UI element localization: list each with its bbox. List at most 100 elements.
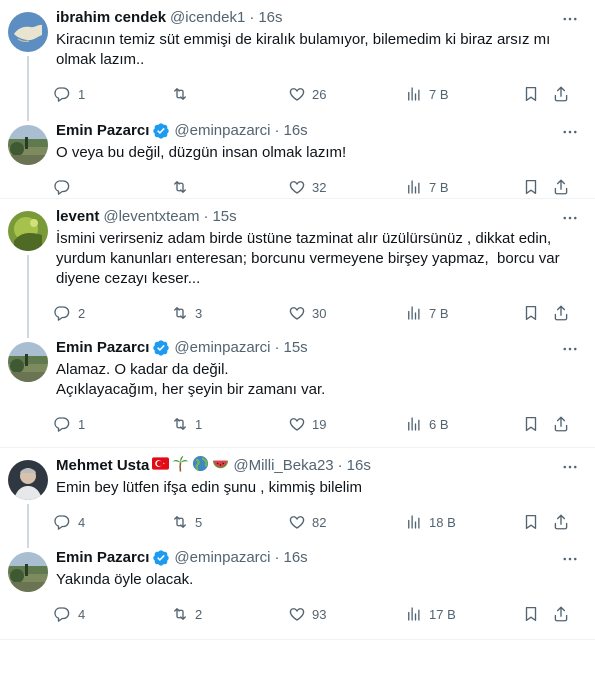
display-name[interactable]: Emin Pazarcı xyxy=(56,338,149,358)
tweet-text: Emin bey lütfen ifşa edin şunu , kimmiş … xyxy=(56,479,362,496)
timestamp[interactable]: 16s xyxy=(347,456,371,476)
thread-line xyxy=(27,504,29,540)
views-button[interactable]: 17 B xyxy=(405,605,522,623)
views-count: 7 B xyxy=(429,305,449,321)
share-button[interactable] xyxy=(552,304,572,322)
reply-button[interactable] xyxy=(54,178,171,196)
reply-count: 1 xyxy=(78,86,86,102)
like-button[interactable]: 82 xyxy=(288,513,405,531)
more-options-icon[interactable] xyxy=(561,550,579,568)
tweet[interactable]: Emin Pazarcı @eminpazarci · 16s O veya bu de… xyxy=(0,113,595,199)
thread-line xyxy=(27,56,29,113)
user-handle[interactable]: @leventxteam xyxy=(103,207,199,227)
avatar[interactable] xyxy=(8,552,48,592)
more-options-icon[interactable] xyxy=(561,340,579,358)
avatar[interactable] xyxy=(8,342,48,382)
bookmark-button[interactable] xyxy=(522,178,552,196)
action-bar: 1 26 7 B xyxy=(54,78,579,110)
retweet-icon xyxy=(174,608,186,620)
action-bar: 4 5 82 18 B xyxy=(54,506,579,538)
tweet-text: İsmini verirseniz adam birde üstüne tazm… xyxy=(56,230,564,287)
share-button[interactable] xyxy=(552,85,572,103)
user-handle[interactable]: @eminpazarci xyxy=(174,121,270,141)
retweet-icon xyxy=(174,418,186,430)
more-options-icon[interactable] xyxy=(561,458,579,476)
display-name[interactable]: Emin Pazarcı xyxy=(56,121,149,141)
reply-button[interactable]: 4 xyxy=(54,513,171,531)
display-name[interactable]: levent xyxy=(56,207,99,227)
display-name[interactable]: Emin Pazarcı xyxy=(56,548,149,568)
timestamp[interactable]: 16s xyxy=(283,548,307,568)
reply-count: 2 xyxy=(78,305,86,321)
views-button[interactable]: 7 B xyxy=(405,178,522,196)
heart-icon xyxy=(289,181,305,194)
separator-dot: · xyxy=(274,122,280,139)
timestamp[interactable]: 16s xyxy=(258,8,282,28)
bookmark-button[interactable] xyxy=(522,415,552,433)
avatar[interactable] xyxy=(8,125,48,165)
retweet-button[interactable] xyxy=(171,85,288,103)
thread-line xyxy=(27,330,29,338)
timestamp[interactable]: 15s xyxy=(283,338,307,358)
watermelon-emoji-icon xyxy=(209,455,229,478)
more-options-icon[interactable] xyxy=(561,123,579,141)
bookmark-button[interactable] xyxy=(522,513,552,531)
reply-count: 4 xyxy=(78,514,86,530)
avatar[interactable] xyxy=(8,211,48,251)
retweet-button[interactable]: 3 xyxy=(171,304,288,322)
user-handle[interactable]: @Milli_Beka23 xyxy=(233,456,333,476)
avatar[interactable] xyxy=(8,12,48,52)
more-options-icon[interactable] xyxy=(561,209,579,227)
tweet[interactable]: Mehmet Usta @Milli_Beka23 · 16s Emin bey lüt… xyxy=(0,448,595,540)
timestamp[interactable]: 15s xyxy=(212,207,236,227)
tweet-text: Alamaz. O kadar da değil. Açıklayacağım,… xyxy=(56,361,326,398)
retweet-button[interactable]: 2 xyxy=(171,605,288,623)
like-button[interactable]: 30 xyxy=(288,304,405,322)
like-button[interactable]: 32 xyxy=(288,178,405,196)
views-button[interactable]: 7 B xyxy=(405,85,522,103)
reply-button[interactable]: 2 xyxy=(54,304,171,322)
retweet-button[interactable]: 5 xyxy=(171,513,288,531)
bookmark-button[interactable] xyxy=(522,304,552,322)
share-button[interactable] xyxy=(552,605,572,623)
share-button[interactable] xyxy=(552,513,572,531)
views-button[interactable]: 7 B xyxy=(405,304,522,322)
display-name[interactable]: ibrahim cendek xyxy=(56,8,166,28)
tweet[interactable]: levent @leventxteam · 15s İsmini verirseniz … xyxy=(0,199,595,330)
tweet[interactable]: ibrahim cendek @icendek1 · 16s Kiracının tem… xyxy=(0,0,595,113)
more-options-icon[interactable] xyxy=(561,10,579,28)
user-handle[interactable]: @eminpazarci xyxy=(174,338,270,358)
thread-line xyxy=(27,540,29,548)
share-button[interactable] xyxy=(552,415,572,433)
bookmark-button[interactable] xyxy=(522,85,552,103)
views-button[interactable]: 18 B xyxy=(405,513,522,531)
views-chart-icon xyxy=(408,417,420,431)
reply-icon xyxy=(54,417,70,432)
display-name[interactable]: Mehmet Usta xyxy=(56,456,149,476)
reply-button[interactable]: 4 xyxy=(54,605,171,623)
reply-icon xyxy=(54,180,70,195)
like-button[interactable]: 19 xyxy=(288,415,405,433)
like-button[interactable]: 26 xyxy=(288,85,405,103)
user-handle[interactable]: @icendek1 xyxy=(170,8,245,28)
tweet[interactable]: Emin Pazarcı @eminpazarci · 16s Yakında öyle… xyxy=(0,540,595,640)
tweet-text: Kiracının temiz süt emmişi de kiralık bu… xyxy=(56,31,555,68)
views-count: 17 B xyxy=(429,606,456,622)
views-button[interactable]: 6 B xyxy=(405,415,522,433)
bookmark-button[interactable] xyxy=(522,605,552,623)
avatar[interactable] xyxy=(8,460,48,500)
tweet[interactable]: Emin Pazarcı @eminpazarci · 15s Alamaz. O ka… xyxy=(0,330,595,448)
separator-dot: · xyxy=(274,549,280,566)
share-button[interactable] xyxy=(552,178,572,196)
views-count: 6 B xyxy=(429,416,449,432)
timestamp[interactable]: 16s xyxy=(283,121,307,141)
user-handle[interactable]: @eminpazarci xyxy=(174,548,270,568)
reply-button[interactable]: 1 xyxy=(54,415,171,433)
bookmark-icon xyxy=(525,86,537,102)
retweet-button[interactable] xyxy=(171,178,288,196)
views-chart-icon xyxy=(408,306,420,320)
retweet-button[interactable]: 1 xyxy=(171,415,288,433)
like-button[interactable]: 93 xyxy=(288,605,405,623)
views-count: 7 B xyxy=(429,86,449,102)
reply-button[interactable]: 1 xyxy=(54,85,171,103)
